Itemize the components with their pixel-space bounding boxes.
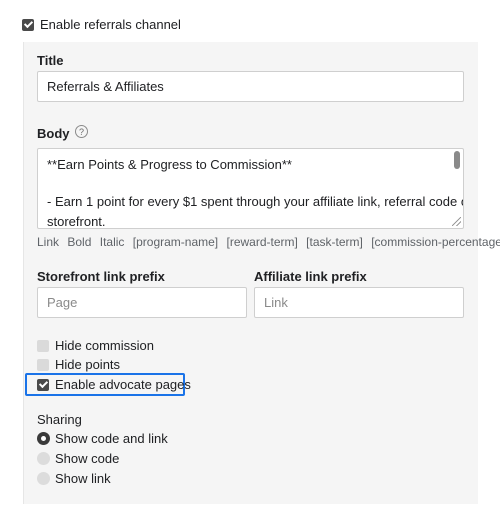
body-textarea[interactable]: **Earn Points & Progress to Commission**… bbox=[37, 148, 464, 229]
hide-points-checkbox[interactable] bbox=[37, 359, 49, 371]
title-input[interactable]: Referrals & Affiliates bbox=[37, 71, 464, 102]
radio-show-link-label[interactable]: Show link bbox=[55, 471, 111, 486]
radio-show-code-and-link-label[interactable]: Show code and link bbox=[55, 431, 168, 446]
body-line-2: - Earn 1 point for every $1 spent throug… bbox=[47, 194, 464, 209]
help-circle-icon[interactable]: ? bbox=[75, 125, 88, 138]
referrals-settings-panel: Title Referrals & Affiliates Body ? **Ea… bbox=[23, 42, 500, 504]
radio-show-link[interactable] bbox=[37, 472, 50, 485]
radio-show-code-label[interactable]: Show code bbox=[55, 451, 119, 466]
insert-reward-term[interactable]: [reward-term] bbox=[226, 235, 297, 249]
affiliate-prefix-input[interactable]: Link bbox=[254, 287, 464, 318]
storefront-prefix-input[interactable]: Page bbox=[37, 287, 247, 318]
insert-task-term[interactable]: [task-term] bbox=[306, 235, 363, 249]
enable-referrals-label[interactable]: Enable referrals channel bbox=[40, 17, 181, 32]
insert-program-name[interactable]: [program-name] bbox=[133, 235, 218, 249]
format-toolbar: Link Bold Italic [program-name] [reward-… bbox=[37, 235, 500, 249]
hide-points-label[interactable]: Hide points bbox=[55, 357, 120, 372]
format-bold[interactable]: Bold bbox=[67, 235, 91, 249]
body-line-3: storefront. bbox=[47, 214, 106, 229]
textarea-scrollbar[interactable] bbox=[454, 151, 460, 169]
hide-commission-checkbox[interactable] bbox=[37, 340, 49, 352]
format-link[interactable]: Link bbox=[37, 235, 59, 249]
storefront-prefix-label: Storefront link prefix bbox=[37, 269, 165, 284]
body-label: Body bbox=[37, 126, 70, 141]
hide-commission-label[interactable]: Hide commission bbox=[55, 338, 154, 353]
title-label: Title bbox=[37, 53, 64, 68]
body-line-1: **Earn Points & Progress to Commission** bbox=[47, 157, 292, 172]
resize-handle-icon[interactable] bbox=[452, 217, 461, 226]
enable-advocate-pages-label[interactable]: Enable advocate pages bbox=[55, 377, 191, 392]
radio-show-code-and-link[interactable] bbox=[37, 432, 50, 445]
sharing-label: Sharing bbox=[37, 412, 82, 427]
insert-commission-percentage[interactable]: [commission-percentage] bbox=[371, 235, 500, 249]
enable-referrals-checkbox[interactable] bbox=[22, 19, 34, 31]
affiliate-prefix-label: Affiliate link prefix bbox=[254, 269, 367, 284]
format-italic[interactable]: Italic bbox=[100, 235, 125, 249]
radio-show-code[interactable] bbox=[37, 452, 50, 465]
enable-advocate-pages-checkbox[interactable] bbox=[37, 379, 49, 391]
